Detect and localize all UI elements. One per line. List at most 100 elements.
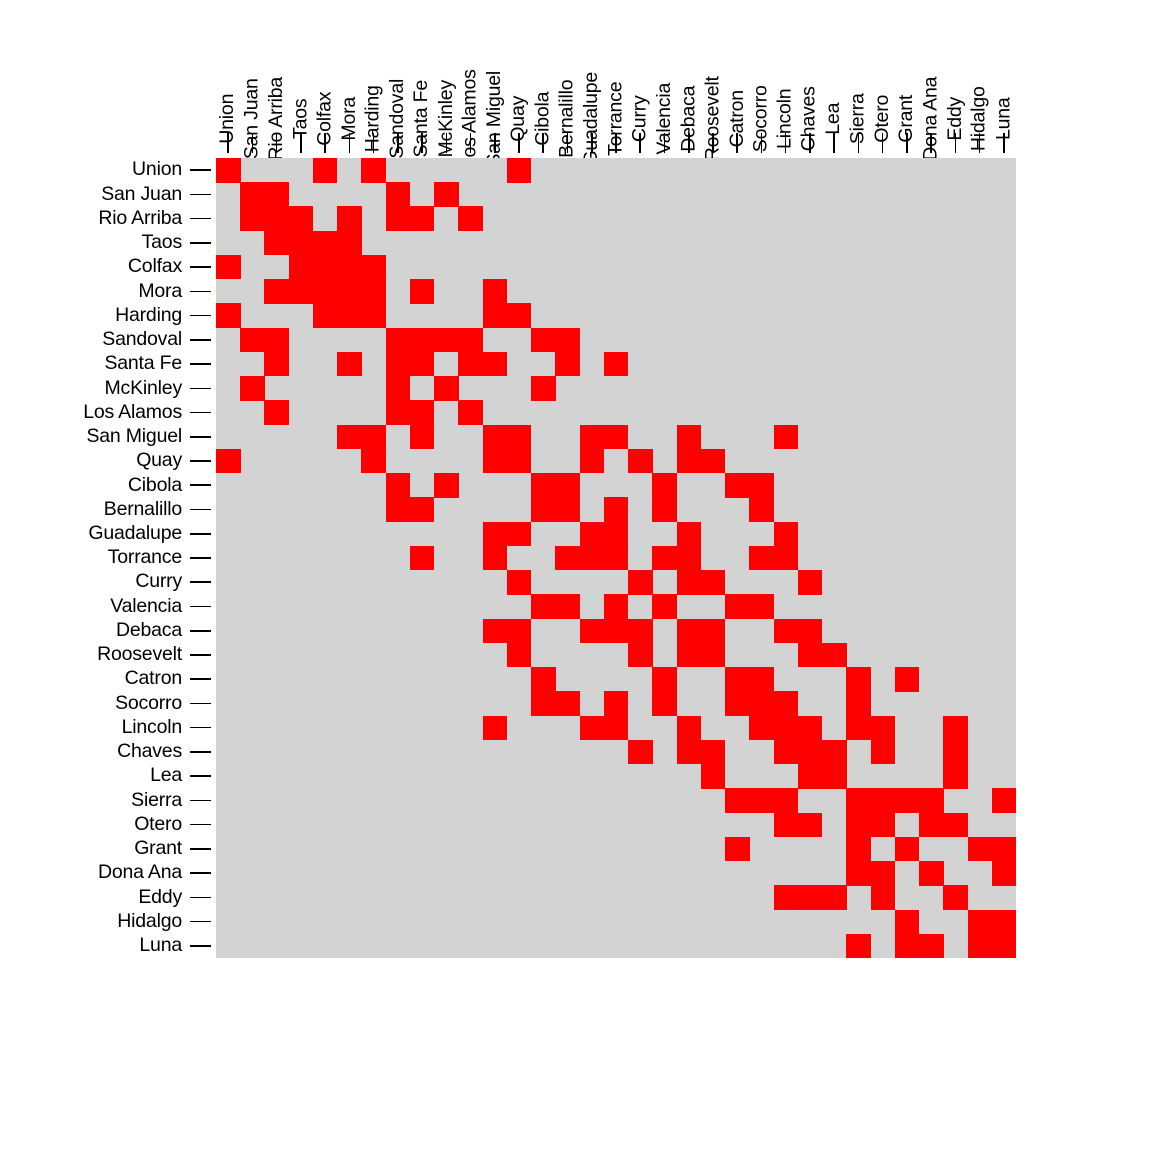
y-tick-mark [190, 484, 211, 487]
x-tick-label-text: Lea [822, 102, 845, 135]
y-tick-mark [190, 581, 211, 584]
matrix-cell [506, 642, 532, 668]
matrix-cell [943, 885, 968, 910]
x-tick-label: Chaves [798, 0, 822, 151]
matrix-cell [240, 376, 265, 401]
y-tick-label: Quay [136, 449, 182, 472]
x-tick-mark [906, 133, 908, 153]
matrix-cell [628, 448, 653, 474]
y-tick-mark [190, 702, 211, 705]
matrix-cell [676, 545, 702, 571]
x-tick-label: Sierra [846, 0, 870, 144]
y-tick-label: Eddy [138, 885, 182, 908]
matrix-cell [870, 812, 896, 838]
x-axis-tick-labels: Union San Juan Rio Arriba Taos Colfax Mora Har… [216, 0, 1016, 168]
matrix-cell [797, 642, 823, 668]
matrix-cell [603, 521, 629, 547]
y-tick-mark [190, 557, 211, 559]
matrix-cell [725, 691, 750, 716]
y-tick-label: Santa Fe [104, 352, 182, 375]
matrix-cell [288, 254, 314, 280]
matrix-cell [288, 206, 314, 231]
matrix-cell [288, 230, 314, 256]
y-tick-label: Chaves [117, 740, 182, 763]
matrix-cell [434, 473, 459, 498]
y-tick-label: San Juan [101, 182, 182, 205]
matrix-cell [773, 691, 799, 716]
matrix-cell [361, 424, 386, 450]
matrix-cell [216, 254, 241, 280]
matrix-cell [652, 594, 677, 619]
matrix-cell [749, 691, 774, 716]
y-tick-mark [190, 242, 211, 244]
x-tick-label: Otero [871, 0, 895, 142]
matrix-cell [676, 739, 702, 765]
matrix-cell [894, 788, 920, 813]
y-tick-label: Socorro [115, 691, 182, 714]
x-tick-mark [833, 133, 835, 153]
x-tick-mark [397, 133, 399, 153]
y-tick-label: Cibola [127, 473, 182, 496]
y-tick-mark [190, 775, 211, 777]
matrix-cell [652, 691, 677, 716]
matrix-cell [458, 400, 483, 425]
matrix-cell [797, 618, 823, 644]
x-tick-mark [978, 133, 981, 153]
y-tick-mark [190, 945, 211, 947]
matrix-cell [385, 327, 411, 353]
matrix-cell [628, 642, 653, 668]
x-tick-mark [809, 133, 811, 153]
matrix-cell [434, 376, 459, 401]
matrix-cell [846, 933, 871, 959]
y-tick-mark [190, 532, 211, 535]
y-tick-mark [190, 629, 211, 632]
matrix-cell [725, 788, 750, 813]
matrix-cell [797, 885, 823, 910]
y-tick-label: Luna [139, 934, 182, 957]
matrix-cell [337, 230, 362, 256]
x-tick-label: Harding [361, 0, 385, 152]
matrix-cell [361, 279, 386, 304]
y-tick-label: Grant [134, 837, 182, 860]
matrix-cell [264, 327, 289, 353]
y-tick-mark [190, 848, 211, 850]
matrix-cell [385, 182, 411, 207]
matrix-cell [603, 594, 629, 619]
matrix-cell [846, 715, 871, 741]
matrix-cell [822, 764, 847, 789]
x-tick-mark [881, 133, 884, 153]
y-tick-label: Guadalupe [88, 521, 182, 544]
matrix-cell [240, 206, 265, 231]
matrix-cell [531, 691, 556, 716]
matrix-cell [337, 424, 362, 450]
y-tick-mark [190, 266, 211, 268]
y-tick-mark [190, 217, 211, 220]
x-axis-ticks [216, 133, 1016, 153]
y-tick-label: Union [132, 158, 182, 181]
matrix-cell [943, 715, 968, 741]
matrix-cell [725, 836, 750, 862]
matrix-cell [676, 521, 702, 547]
x-tick-label: Santa Fe [410, 0, 434, 157]
matrix-cell [749, 545, 774, 571]
matrix-cell [603, 351, 629, 377]
matrix-cell [991, 933, 1017, 959]
y-tick-label: Mora [138, 279, 182, 302]
y-tick-label: Otero [134, 812, 182, 835]
x-tick-label: Union [216, 0, 240, 143]
matrix-cell [506, 424, 532, 450]
y-tick-label: Dona Ana [97, 861, 182, 884]
x-tick-label: Grant [895, 0, 919, 142]
matrix-cell [870, 788, 896, 813]
matrix-cell [700, 739, 726, 765]
x-tick-mark [251, 133, 254, 153]
matrix-cell [894, 836, 920, 862]
matrix-cell [603, 715, 629, 741]
x-tick-mark [324, 133, 326, 153]
y-tick-mark [190, 654, 211, 656]
y-tick-label: Curry [135, 570, 182, 593]
matrix-cell [700, 448, 726, 474]
matrix-cell [385, 351, 411, 377]
matrix-cell [385, 206, 411, 231]
matrix-cell [919, 812, 944, 838]
